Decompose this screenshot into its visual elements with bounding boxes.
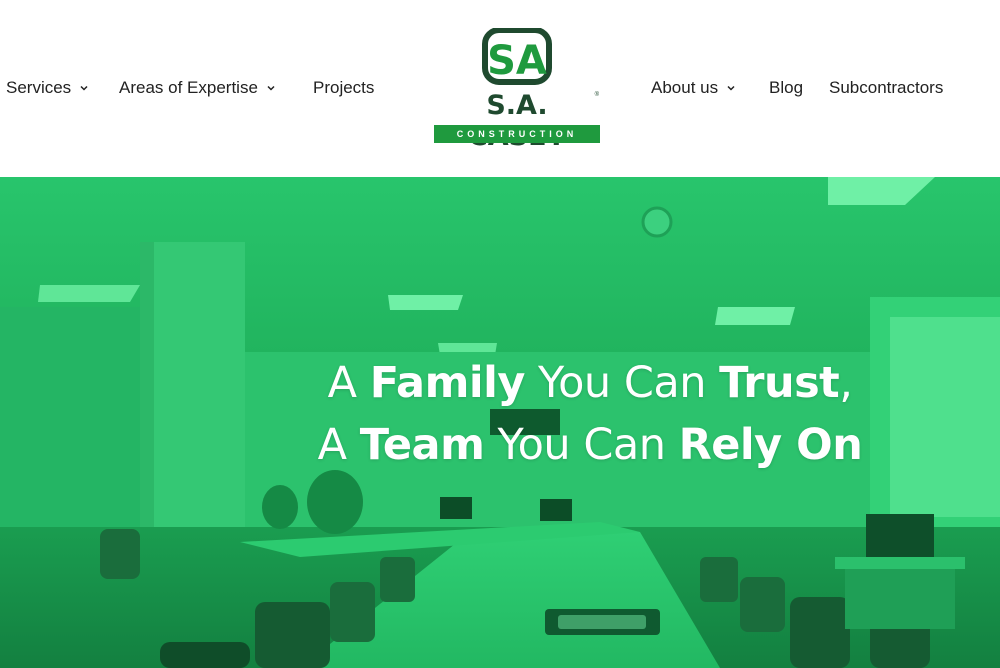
- chevron-down-icon: [266, 83, 276, 93]
- hero-banner: A Family You Can Trust, A Team You Can R…: [0, 177, 1000, 668]
- company-logo[interactable]: SA S.A. CASEY ® CONSTRUCTION: [433, 28, 601, 152]
- nav-about-label: About us: [651, 78, 719, 97]
- hero-headline-line1: A Family You Can Trust,: [0, 352, 1000, 414]
- site-header: Services Areas of Expertise Projects SA …: [0, 0, 1000, 177]
- nav-blog[interactable]: Blog: [769, 78, 803, 98]
- headline-emphasis: Family: [369, 358, 526, 408]
- headline-emphasis: Team: [359, 420, 485, 470]
- hero-headline: A Family You Can Trust, A Team You Can R…: [0, 352, 1000, 476]
- headline-emphasis: Rely On: [678, 420, 863, 470]
- nav-projects[interactable]: Projects: [313, 78, 374, 98]
- svg-text:SA: SA: [487, 38, 547, 84]
- hero-headline-line2: A Team You Can Rely On: [0, 414, 1000, 476]
- headline-text: ,: [839, 358, 853, 408]
- nav-services-label: Services: [6, 78, 72, 97]
- headline-text: You Can: [524, 358, 720, 408]
- logo-registered: ®: [594, 92, 599, 98]
- headline-text: A: [327, 358, 370, 408]
- headline-text: You Can: [484, 420, 679, 470]
- nav-blog-label: Blog: [769, 78, 804, 97]
- nav-services[interactable]: Services: [6, 78, 89, 98]
- nav-subcontractors[interactable]: Subcontractors: [829, 78, 943, 98]
- nav-projects-label: Projects: [313, 78, 375, 97]
- nav-subcontractors-label: Subcontractors: [829, 78, 944, 97]
- nav-areas-of-expertise[interactable]: Areas of Expertise: [119, 78, 276, 98]
- headline-emphasis: Trust: [719, 358, 840, 408]
- nav-about-us[interactable]: About us: [651, 78, 736, 98]
- chevron-down-icon: [726, 83, 736, 93]
- logo-monogram-icon: SA: [482, 28, 552, 85]
- nav-areas-label: Areas of Expertise: [119, 78, 258, 97]
- headline-text: A: [317, 420, 360, 470]
- logo-tagline: CONSTRUCTION: [434, 125, 600, 143]
- chevron-down-icon: [79, 83, 89, 93]
